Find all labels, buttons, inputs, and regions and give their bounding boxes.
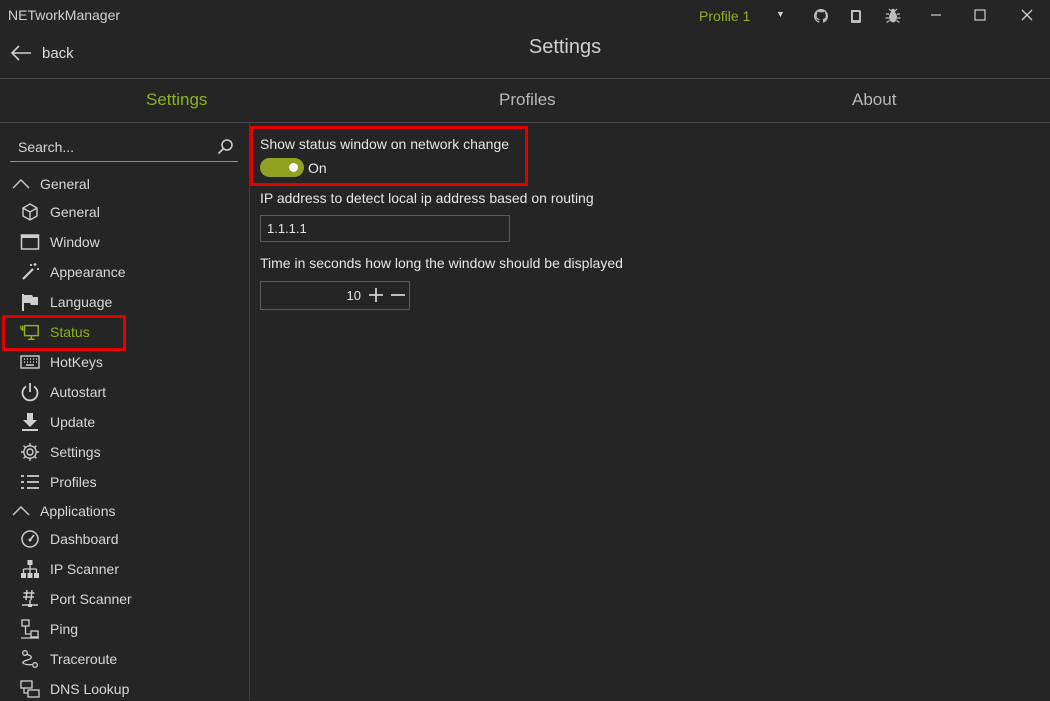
divider <box>0 78 1050 79</box>
chevron-up-icon <box>12 506 30 516</box>
plus-icon[interactable] <box>367 286 385 304</box>
sidebar-item-label: Autostart <box>50 384 107 400</box>
page-title: Settings <box>528 36 602 58</box>
sitemap-icon <box>20 559 40 579</box>
sidebar-item-label: General <box>50 204 100 220</box>
tab-settings[interactable]: Settings <box>146 90 207 110</box>
group-label: General <box>40 176 90 192</box>
sidebar-item-language[interactable]: Language <box>20 290 112 314</box>
sidebar-item-ip-scanner[interactable]: IP Scanner <box>20 557 119 581</box>
display-time-label: Time in seconds how long the window shou… <box>260 255 623 271</box>
window-icon <box>20 232 40 252</box>
app-title: NETworkManager <box>8 7 121 23</box>
ip-address-input[interactable] <box>261 216 509 241</box>
ping-icon <box>20 619 40 639</box>
dns-icon <box>20 679 40 699</box>
power-icon <box>20 382 40 402</box>
sidebar-item-port-scanner[interactable]: Port Scanner <box>20 587 132 611</box>
highlight-box <box>250 126 528 186</box>
sidebar-item-label: HotKeys <box>50 354 103 370</box>
sidebar-item-settings[interactable]: Settings <box>20 440 101 464</box>
search-placeholder: Search... <box>18 139 75 155</box>
settings-content: Show status window on network change On … <box>250 123 1050 700</box>
ip-address-field[interactable] <box>260 215 510 242</box>
magic-wand-icon <box>20 262 40 282</box>
route-icon <box>20 649 40 669</box>
sidebar-item-update[interactable]: Update <box>20 410 95 434</box>
tab-about[interactable]: About <box>852 90 896 110</box>
close-button[interactable] <box>1016 4 1038 26</box>
download-icon <box>20 412 40 432</box>
sidebar-item-label: DNS Lookup <box>50 681 130 697</box>
sidebar-item-label: IP Scanner <box>50 561 120 577</box>
sidebar-item-appearance[interactable]: Appearance <box>20 260 126 284</box>
title-bar: NETworkManager Profile 1 ▼ <box>0 0 1050 32</box>
book-icon[interactable] <box>846 6 866 26</box>
sidebar-item-dashboard[interactable]: Dashboard <box>20 527 119 551</box>
sidebar-item-label: Settings <box>50 444 101 460</box>
cube-icon <box>20 202 40 222</box>
group-general[interactable]: General <box>12 176 90 192</box>
sidebar-item-window[interactable]: Window <box>20 230 100 254</box>
display-time-value: 10 <box>346 288 361 303</box>
sidebar-item-label: Traceroute <box>50 651 118 667</box>
sidebar-item-general[interactable]: General <box>20 200 100 224</box>
bug-icon[interactable] <box>883 6 903 26</box>
tab-bar: Settings Profiles About <box>0 80 1050 122</box>
profile-select[interactable]: Profile 1 <box>699 8 750 24</box>
chevron-up-icon <box>12 179 30 189</box>
sidebar-item-label: Port Scanner <box>50 591 132 607</box>
group-label: Applications <box>40 503 116 519</box>
maximize-button[interactable] <box>969 4 991 26</box>
sidebar-item-dns-lookup[interactable]: DNS Lookup <box>20 677 129 701</box>
minus-icon[interactable] <box>389 286 407 304</box>
sidebar-item-ping[interactable]: Ping <box>20 617 78 641</box>
sidebar: Search... General General Window Appeara… <box>0 123 250 700</box>
sidebar-item-label: Window <box>50 234 100 250</box>
sidebar-item-label: Language <box>50 294 113 310</box>
sidebar-item-profiles[interactable]: Profiles <box>20 470 97 494</box>
group-applications[interactable]: Applications <box>12 503 116 519</box>
highlight-box <box>2 315 126 351</box>
minimize-button[interactable] <box>925 4 947 26</box>
search-input[interactable]: Search... <box>10 133 238 162</box>
chevron-down-icon[interactable]: ▼ <box>776 9 785 19</box>
display-time-stepper[interactable]: 10 <box>260 281 410 310</box>
keyboard-icon <box>20 352 40 372</box>
sidebar-item-label: Appearance <box>50 264 126 280</box>
flag-icon <box>20 292 40 312</box>
sidebar-item-traceroute[interactable]: Traceroute <box>20 647 117 671</box>
sidebar-item-label: Ping <box>50 621 79 637</box>
sidebar-item-label: Profiles <box>50 474 97 490</box>
search-icon[interactable] <box>217 138 234 155</box>
sidebar-item-label: Update <box>50 414 96 430</box>
ip-address-label: IP address to detect local ip address ba… <box>260 190 594 206</box>
gauge-icon <box>20 529 40 549</box>
tab-profiles[interactable]: Profiles <box>499 90 556 110</box>
sidebar-item-autostart[interactable]: Autostart <box>20 380 106 404</box>
sidebar-item-hotkeys[interactable]: HotKeys <box>20 350 103 374</box>
sidebar-item-label: Dashboard <box>50 531 119 547</box>
hash-network-icon <box>20 589 40 609</box>
gear-icon <box>20 442 40 462</box>
github-icon[interactable] <box>811 6 831 26</box>
list-icon <box>20 472 40 492</box>
